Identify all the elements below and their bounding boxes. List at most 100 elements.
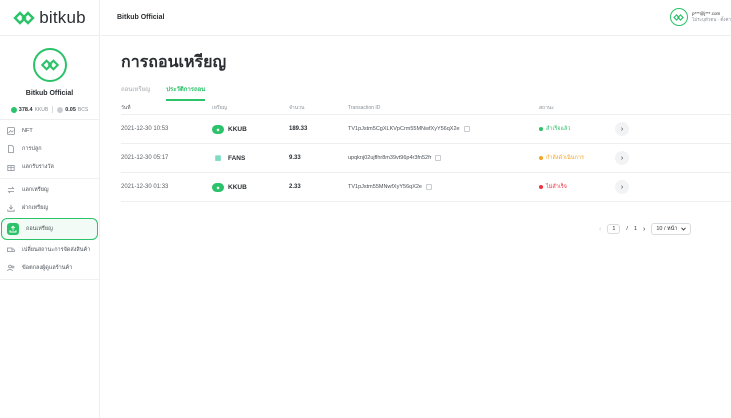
swap-icon — [7, 186, 15, 194]
row-date: 2021-12-30 05:17 — [121, 155, 169, 161]
row-transaction: upqknj02ujflhr8m39vt96p4r3fn52fr — [348, 155, 539, 161]
divider — [52, 106, 54, 113]
page-title: การถอนเหรียญ — [121, 54, 227, 71]
status-dot-icon — [539, 156, 543, 160]
coin-symbol: KKUB — [228, 125, 247, 133]
row-status: กำลังดำเนินการ — [539, 154, 615, 162]
brand-logo[interactable]: bitkub — [0, 0, 99, 36]
chevron-left-icon[interactable]: ‹ — [599, 226, 601, 233]
sidebar-item-shipping[interactable]: เปลี่ยนสถานะการจัดส่งสินค้า — [0, 241, 99, 259]
page-size-select[interactable]: 10 / หน้า — [651, 223, 691, 235]
brand-name: bitkub — [39, 7, 86, 27]
user-info: p***@j***.com ไม่ระบุตัวตน · ตั้งค่า — [692, 11, 731, 23]
sidebar: bitkub Bitkub Official 378.4 KKUB 0.05 B… — [0, 0, 100, 418]
column-header-amount: จำนวน — [289, 104, 305, 111]
bitkub-logo-icon — [13, 10, 35, 25]
row-action: › — [615, 180, 635, 194]
balance-bcs: 0.05 BCS — [57, 106, 89, 113]
page-separator: / — [626, 226, 628, 232]
sidebar-nav: NFT การปลูก แลกรับรางวัล แลกเหรียญ ฝากเห… — [0, 120, 99, 280]
table-row[interactable]: 2021-12-30 05:17 ▦ FANS 9.33 upqknj02ujf… — [121, 144, 731, 173]
sidebar-item-label: ถอนเหรียญ — [26, 226, 53, 232]
document-icon — [7, 145, 15, 153]
bitkub-logo-icon — [673, 13, 685, 21]
deposit-icon — [7, 204, 15, 212]
table-row[interactable]: 2021-12-30 01:33 ◆ KKUB 2.33 TV1pJstm55M… — [121, 173, 731, 202]
table-row[interactable]: 2021-12-30 10:53 ◆ KKUB 189.33 TV1pJstm5… — [121, 115, 731, 144]
page-size-value: 10 / หน้า — [656, 226, 678, 232]
kkub-coin-icon: ◆ — [212, 182, 224, 192]
balance-amount: 0.05 — [65, 106, 76, 113]
kkub-coin-icon — [10, 106, 17, 113]
coin-symbol: FANS — [228, 154, 246, 162]
sidebar-item-label: แลกเหรียญ — [22, 187, 49, 193]
chevron-right-icon[interactable]: › — [615, 151, 629, 165]
pagination: ‹ 1 / 1 › 10 / หน้า — [599, 223, 691, 235]
transaction-id: upqknj02ujflhr8m39vt96p4r3fn52fr — [348, 155, 432, 161]
users-icon — [7, 264, 15, 272]
avatar[interactable] — [32, 48, 67, 82]
tabs: ถอนเหรียญ ประวัติการถอน — [121, 84, 206, 101]
status-dot-icon — [539, 185, 543, 189]
sidebar-item-merchant-terms[interactable]: ข้อตกลงผู้ดูแลร้านค้า — [0, 259, 99, 277]
row-action: › — [615, 122, 635, 136]
tab-withdraw-history[interactable]: ประวัติการถอน — [166, 84, 206, 101]
user-menu[interactable]: p***@j***.com ไม่ระบุตัวตน · ตั้งค่า — [669, 8, 731, 26]
column-header-status: สถานะ — [539, 104, 554, 111]
sidebar-item-nft[interactable]: NFT — [0, 122, 99, 140]
copy-icon[interactable] — [425, 184, 432, 190]
table-header: วันที่ เหรียญ จำนวน Transaction ID สถานะ — [121, 103, 731, 115]
sidebar-item-planting[interactable]: การปลูก — [0, 140, 99, 158]
status-dot-icon — [539, 127, 543, 131]
row-transaction: TV1pJstm55MNwfXyY56qX2e — [348, 184, 539, 190]
status-text: กำลังดำเนินการ — [546, 155, 584, 161]
column-header-date: วันที่ — [121, 104, 131, 111]
user-subtitle: ไม่ระบุตัวตน · ตั้งค่า — [691, 17, 731, 22]
balance-unit: KKUB — [34, 106, 49, 113]
nav-group: NFT การปลูก แลกรับรางวัล — [0, 120, 99, 179]
balances: 378.4 KKUB 0.05 BCS — [0, 106, 99, 120]
page-input[interactable]: 1 — [607, 224, 621, 234]
fans-coin-icon: ▦ — [212, 153, 224, 163]
sidebar-item-rewards[interactable]: แลกรับรางวัล — [0, 158, 99, 176]
column-header-coin: เหรียญ — [212, 104, 227, 111]
sidebar-item-withdraw[interactable]: ถอนเหรียญ — [1, 218, 98, 240]
chevron-down-icon — [680, 227, 686, 231]
bitkub-logo-icon — [40, 59, 59, 71]
profile-card: Bitkub Official 378.4 KKUB 0.05 BCS — [0, 36, 99, 120]
sidebar-item-label: NFT — [22, 128, 33, 134]
chevron-right-icon[interactable]: › — [643, 226, 645, 233]
bcs-coin-icon — [57, 106, 64, 113]
copy-icon[interactable] — [435, 155, 442, 161]
row-amount: 189.33 — [289, 126, 308, 132]
nav-group: แลกเหรียญ ฝากเหรียญ ถอนเหรียญ เปลี่ยนสถา… — [0, 179, 99, 280]
sidebar-item-label: แลกรับรางวัล — [22, 164, 54, 170]
column-header-transaction-id: Transaction ID — [348, 104, 381, 111]
row-status: สำเร็จแล้ว — [539, 125, 615, 133]
transaction-id: TV1pJstm5CgXLKVpCrm55MNwfXyY56qX2e — [348, 126, 460, 132]
gift-icon — [7, 163, 15, 171]
page-total: 1 — [633, 226, 637, 232]
sidebar-item-label: ฝากเหรียญ — [22, 205, 49, 211]
status-text: สำเร็จแล้ว — [546, 126, 571, 132]
sidebar-item-swap[interactable]: แลกเหรียญ — [0, 181, 99, 199]
profile-name: Bitkub Official — [25, 90, 74, 97]
row-coin: ◆ KKUB — [212, 124, 289, 134]
withdraw-icon — [7, 223, 19, 235]
truck-icon — [7, 246, 15, 254]
coin-symbol: KKUB — [228, 183, 247, 191]
sidebar-item-deposit[interactable]: ฝากเหรียญ — [0, 199, 99, 217]
row-coin: ◆ KKUB — [212, 182, 289, 192]
top-bar: Bitkub Official p***@j***.com ไม่ระบุตัว… — [101, 0, 731, 36]
chevron-right-icon[interactable]: › — [615, 122, 629, 136]
row-transaction: TV1pJstm5CgXLKVpCrm55MNwfXyY56qX2e — [348, 126, 539, 132]
row-amount: 2.33 — [289, 184, 301, 190]
transaction-id: TV1pJstm55MNwfXyY56qX2e — [348, 184, 422, 190]
balance-kkub: 378.4 KKUB — [10, 106, 49, 113]
balance-unit: BCS — [77, 106, 89, 113]
chevron-right-icon[interactable]: › — [615, 180, 629, 194]
copy-icon[interactable] — [463, 126, 470, 132]
status-text: ไม่สำเร็จ — [546, 184, 567, 190]
tab-withdraw[interactable]: ถอนเหรียญ — [121, 84, 150, 101]
row-date: 2021-12-30 01:33 — [121, 184, 169, 190]
